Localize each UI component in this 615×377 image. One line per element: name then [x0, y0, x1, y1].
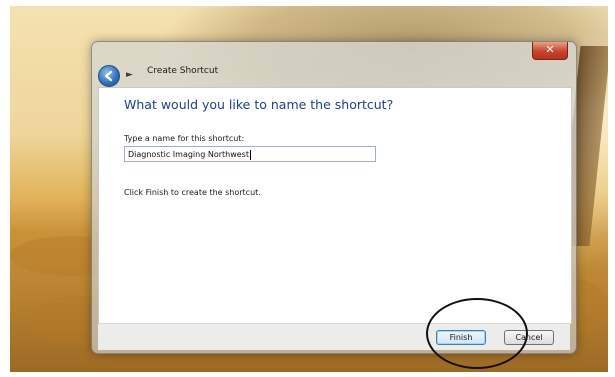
wizard-content: What would you like to name the shortcut… [98, 87, 572, 324]
finish-hint-text: Click Finish to create the shortcut. [124, 188, 261, 197]
close-button[interactable]: ✕ [532, 42, 568, 60]
page-heading: What would you like to name the shortcut… [124, 97, 394, 112]
back-button[interactable] [98, 65, 120, 87]
forward-arrow-icon: ► [126, 70, 133, 80]
shortcut-name-label: Type a name for this shortcut: [124, 134, 245, 143]
annotation-circle [426, 298, 528, 369]
close-icon: ✕ [545, 43, 555, 56]
shortcut-name-value: Diagnostic Imaging Northwest [128, 150, 249, 159]
text-caret [250, 149, 251, 160]
window-title: Create Shortcut [147, 66, 219, 76]
shortcut-name-input[interactable]: Diagnostic Imaging Northwest [124, 146, 376, 162]
back-arrow-icon [104, 70, 113, 82]
